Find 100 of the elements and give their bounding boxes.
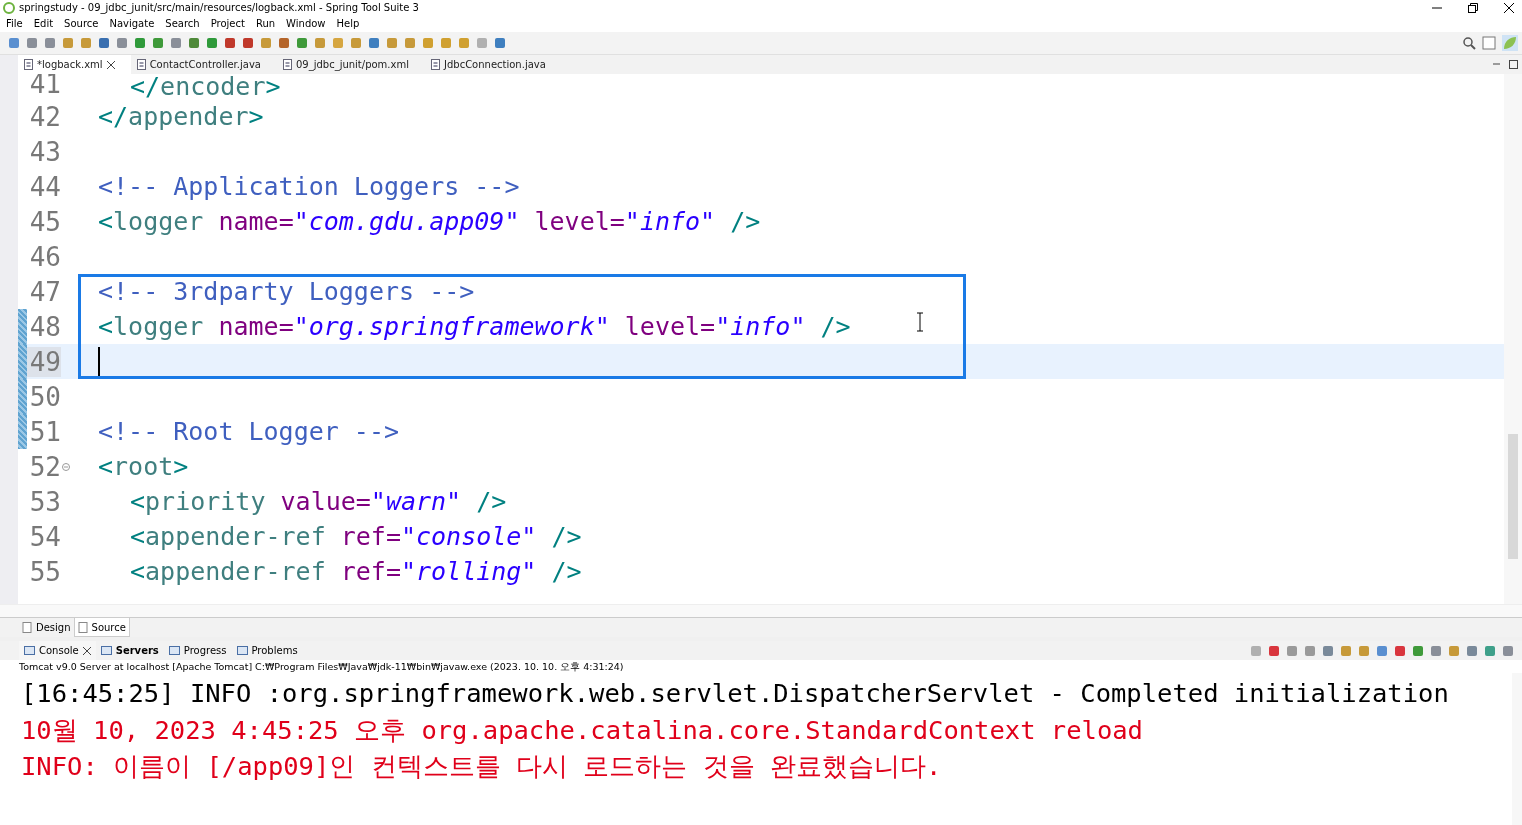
text-caret: [98, 346, 100, 377]
editor-tab[interactable]: 09_jdbc_junit/pom.xml: [276, 55, 425, 74]
toolbar-square-icon[interactable]: [1340, 644, 1352, 657]
toolbar-square-icon[interactable]: [422, 37, 434, 49]
menu-item[interactable]: Search: [165, 18, 200, 29]
code-line: <!-- Application Loggers -->: [98, 172, 520, 201]
toolbar-square-icon[interactable]: [152, 37, 164, 49]
toolbar-square-icon[interactable]: [1466, 644, 1478, 657]
toolbar-square-icon[interactable]: [350, 37, 362, 49]
restore-icon[interactable]: [1468, 2, 1478, 13]
menu-item[interactable]: Run: [255, 18, 276, 29]
view-icon: [236, 645, 248, 656]
line-number: 48: [28, 311, 61, 342]
toolbar-square-icon[interactable]: [134, 37, 146, 49]
console-tab[interactable]: Servers: [95, 641, 164, 660]
toolbar-square-icon[interactable]: [368, 37, 380, 49]
toolbar-square-icon[interactable]: [8, 37, 20, 49]
toolbar-square-icon[interactable]: [1484, 644, 1496, 657]
menu-item[interactable]: Project: [210, 18, 245, 29]
line-number: 50: [28, 381, 61, 412]
toolbar-square-icon[interactable]: [1322, 644, 1334, 657]
toolbar-square-icon[interactable]: [62, 37, 74, 49]
toolbar-square-icon[interactable]: [440, 37, 452, 49]
view-icon: [168, 645, 180, 656]
editor-tab[interactable]: JdbcConnection.java: [425, 55, 562, 74]
toolbar-square-icon[interactable]: [1394, 644, 1406, 657]
toolbar-square-icon[interactable]: [116, 37, 128, 49]
menu-item[interactable]: File: [6, 18, 23, 29]
editor-tab[interactable]: ContactController.java: [130, 55, 277, 74]
console-tab[interactable]: Progress: [163, 641, 232, 660]
file-icon: [136, 59, 146, 70]
line-number: 47: [28, 276, 61, 307]
file-icon: [24, 59, 33, 70]
line-number: 46: [28, 241, 61, 272]
line-number: 51: [28, 416, 61, 447]
toolbar-square-icon[interactable]: [494, 37, 506, 49]
console-line: INFO: 이름이 [/app09]인 컨텍스트를 다시 로드하는 것을 완료했습니다.: [21, 750, 943, 783]
toolbar-square-icon[interactable]: [206, 37, 218, 49]
toolbar-square-icon[interactable]: [98, 37, 110, 49]
console-line: 10월 10, 2023 4:45:25 오후 org.apache.catalina.core.StandardContext reload: [21, 713, 1144, 747]
toolbar-square-icon[interactable]: [386, 37, 398, 49]
console-tab[interactable]: Console: [19, 641, 96, 660]
toolbar-square-icon[interactable]: [44, 37, 56, 49]
toolbar-square-icon[interactable]: [26, 37, 38, 49]
search-icon[interactable]: [1463, 36, 1476, 50]
editor-tab[interactable]: *logback.xml: [18, 55, 131, 74]
view-icon: [24, 645, 35, 656]
file-icon: [431, 59, 440, 70]
text-cursor-icon: [916, 312, 924, 332]
line-number: 42: [28, 101, 61, 132]
page-icon: [22, 622, 32, 633]
scrollbar-thumb[interactable]: [1508, 434, 1518, 559]
toolbar-square-icon[interactable]: [1448, 644, 1460, 657]
toolbar-square-icon[interactable]: [458, 37, 470, 49]
view-tab[interactable]: Design: [19, 618, 74, 637]
fold-icon[interactable]: [62, 462, 70, 471]
toolbar-square-icon[interactable]: [224, 37, 236, 49]
leaf-icon[interactable]: [1502, 35, 1518, 51]
code-line: <appender-ref ref="rolling" />: [129, 557, 582, 586]
toolbar-square-icon[interactable]: [80, 37, 92, 49]
toolbar-square-icon[interactable]: [1268, 644, 1280, 657]
line-number: 45: [28, 206, 61, 237]
toolbar-square-icon[interactable]: [404, 37, 416, 49]
code-line: </appender>: [98, 102, 264, 131]
console-tab[interactable]: Problems: [231, 641, 303, 660]
toolbar-square-icon[interactable]: [1502, 644, 1514, 657]
line-number: 44: [28, 171, 61, 202]
app-logo-icon: [3, 1, 15, 14]
menu-item[interactable]: Source: [64, 18, 99, 29]
code-line: </encoder>: [129, 74, 281, 101]
toolbar-square-icon[interactable]: [332, 37, 344, 49]
toolbar-square-icon[interactable]: [260, 37, 272, 49]
menu-item[interactable]: Navigate: [109, 18, 155, 29]
close-icon[interactable]: [1504, 2, 1514, 13]
toolbar-square-icon[interactable]: [278, 37, 290, 49]
console-header: Tomcat v9.0 Server at localhost [Apache Tomcat] C:₩Program Files₩Java₩jdk-11₩bin₩javaw.exe (2023. 10. 10. 오후 4:31:24): [0, 660, 1522, 673]
code-line: <appender-ref ref="console" />: [129, 522, 582, 551]
toolbar-square-icon[interactable]: [1376, 644, 1388, 657]
line-number: 55: [28, 556, 61, 587]
line-number: 53: [28, 486, 61, 517]
toolbar-square-icon[interactable]: [170, 37, 182, 49]
maximize-icon[interactable]: [1509, 60, 1518, 69]
code-line: <!-- 3rdparty Loggers -->: [98, 277, 475, 306]
toolbar-square-icon[interactable]: [1286, 644, 1298, 657]
menu-item[interactable]: Edit: [33, 18, 54, 29]
menu-item[interactable]: Help: [336, 18, 360, 29]
toolbar-square-icon[interactable]: [1412, 644, 1424, 657]
toolbar-square-icon[interactable]: [1304, 644, 1316, 657]
toolbar-square-icon[interactable]: [1430, 644, 1442, 657]
close-icon[interactable]: [82, 646, 91, 655]
toolbar-square-icon[interactable]: [188, 37, 200, 49]
toolbar-square-icon[interactable]: [314, 37, 326, 49]
toolbar-square-icon[interactable]: [242, 37, 254, 49]
menu-item[interactable]: Window: [286, 18, 326, 29]
file-icon: [282, 59, 292, 70]
view-tab[interactable]: Source: [73, 618, 130, 637]
console-line: [16:45:25] INFO :org.springframework.web.servlet.DispatcherServlet - Completed initialization: [21, 677, 1450, 710]
toolbar-square-icon[interactable]: [296, 37, 308, 49]
close-icon[interactable]: [106, 60, 115, 69]
toolbar-square-icon[interactable]: [1358, 644, 1370, 657]
